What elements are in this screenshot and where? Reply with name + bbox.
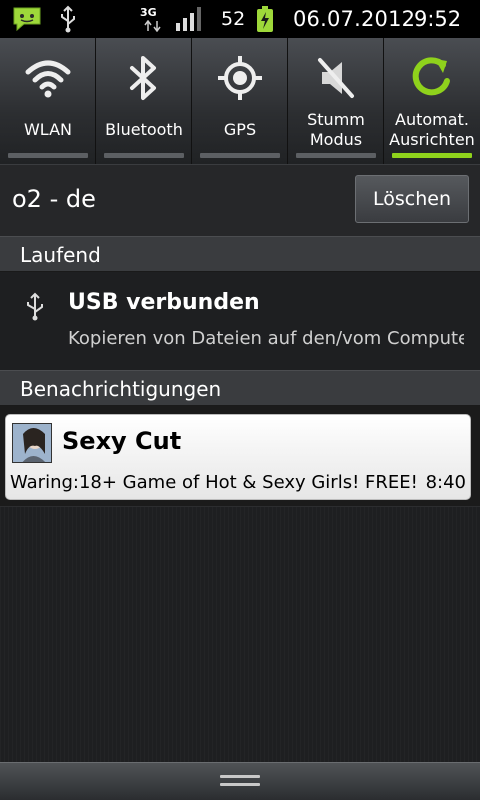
toggle-gps-indicator: [200, 153, 280, 158]
notifications-header-label: Benachrichtigungen: [20, 377, 222, 401]
clear-notifications-button[interactable]: Löschen: [355, 175, 469, 223]
toggle-bluetooth[interactable]: Bluetooth: [96, 38, 192, 164]
signal-strength-icon: [176, 0, 202, 38]
battery-level: 52: [221, 8, 246, 30]
toggle-silent-mode-label: Stumm Modus: [307, 110, 365, 149]
toggle-auto-rotate-label: Automat. Ausrichten: [389, 110, 475, 149]
battery-charging-icon: [256, 0, 274, 38]
notification-title: Sexy Cut: [62, 427, 182, 455]
notifications-section-header: Benachrichtigungen: [0, 370, 480, 406]
grip-icon: [220, 775, 260, 789]
status-time: 9:52: [414, 7, 462, 31]
rotate-icon: [384, 52, 480, 104]
notification-time: 8:40: [425, 472, 466, 493]
data-arrows-icon: [144, 20, 161, 32]
toggle-wlan-label: WLAN: [23, 120, 72, 139]
message-icon: [12, 0, 42, 38]
toggle-gps-label: GPS: [223, 120, 257, 139]
app-icon: [12, 423, 52, 463]
mute-icon: [288, 52, 384, 104]
status-date: 06.07.2012: [293, 7, 416, 31]
notification-text: Waring:18+ Game of Hot & Sexy Girls! FRE…: [10, 472, 418, 493]
ongoing-title: USB verbunden: [68, 290, 260, 315]
bluetooth-icon: [96, 52, 192, 104]
toggle-auto-rotate[interactable]: Automat. Ausrichten: [384, 38, 480, 164]
toggle-bluetooth-label: Bluetooth: [105, 120, 183, 139]
notification-item[interactable]: Sexy Cut Waring:18+ Game of Hot & Sexy G…: [5, 414, 471, 500]
panel-drag-handle[interactable]: [0, 762, 480, 800]
gps-icon: [192, 52, 288, 104]
toggle-wlan-indicator: [8, 153, 88, 158]
status-bar: 3G 52 06.07.2012 9:52: [0, 0, 480, 38]
toggle-auto-rotate-indicator: [392, 153, 472, 158]
toggle-silent-mode[interactable]: Stumm Modus: [288, 38, 384, 164]
ongoing-section-header: Laufend: [0, 236, 480, 272]
wifi-icon: [0, 52, 96, 104]
notification-panel-background: [0, 506, 480, 762]
usb-icon: [24, 292, 46, 326]
toggle-wlan[interactable]: WLAN: [0, 38, 96, 164]
ongoing-text: Kopieren von Dateien auf den/vom Compute…: [68, 328, 464, 349]
toggle-gps[interactable]: GPS: [192, 38, 288, 164]
network-type-indicator: 3G: [140, 0, 166, 38]
usb-icon: [58, 0, 78, 38]
usb-connected-notification[interactable]: USB verbunden Kopieren von Dateien auf d…: [0, 272, 480, 370]
toggle-bluetooth-indicator: [104, 153, 184, 158]
carrier-row: o2 - de Löschen: [0, 164, 480, 236]
toggle-silent-mode-indicator: [296, 153, 376, 158]
carrier-name: o2 - de: [12, 185, 96, 213]
network-type-label: 3G: [140, 6, 157, 19]
quick-settings-panel: WLAN Bluetooth GPS Stumm Modus Automat. …: [0, 38, 480, 164]
ongoing-header-label: Laufend: [20, 243, 101, 267]
